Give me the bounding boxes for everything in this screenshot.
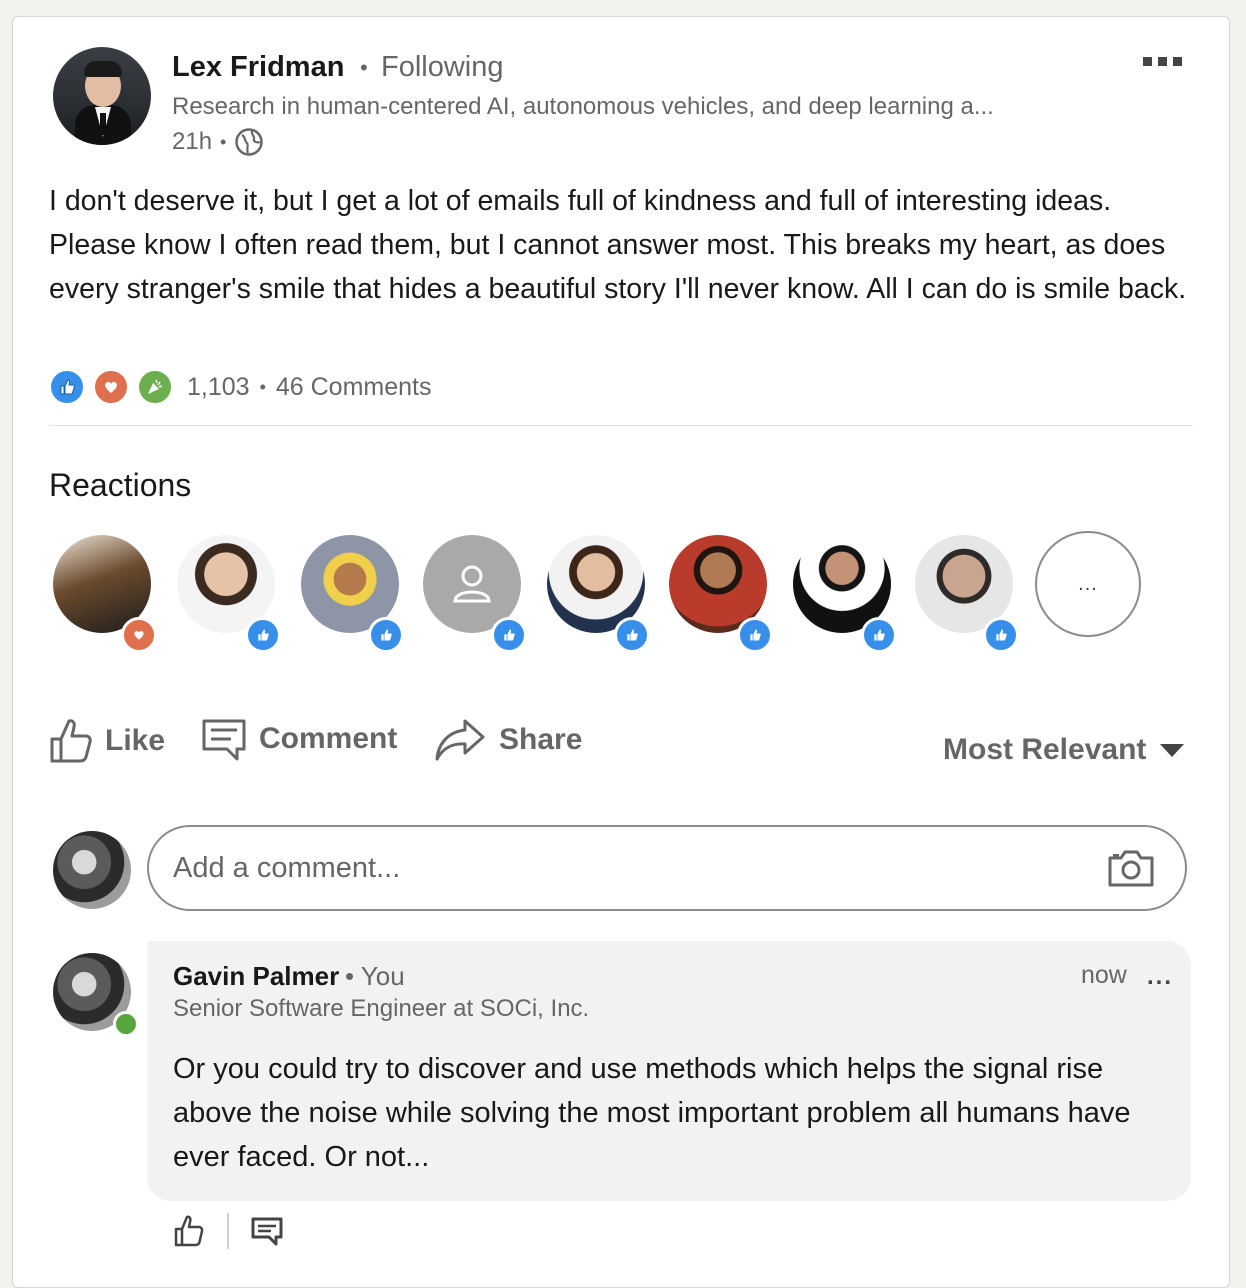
camera-icon[interactable]	[1107, 848, 1155, 888]
comment-text: Or you could try to discover and use met…	[173, 1053, 1131, 1173]
author-name[interactable]: Lex Fridman	[172, 51, 344, 84]
reply-icon[interactable]	[251, 1216, 283, 1246]
commenter-name[interactable]: Gavin Palmer	[173, 961, 339, 992]
like-reaction-icon	[245, 617, 281, 653]
share-label: Share	[499, 723, 583, 756]
caret-down-icon	[1160, 743, 1185, 757]
commenter-headline: Senior Software Engineer at SOCi, Inc.	[173, 995, 590, 1022]
more-reactions-button[interactable]: ...	[1035, 531, 1141, 637]
like-reaction-icon	[614, 617, 650, 653]
action-divider	[227, 1213, 229, 1249]
post-text: I don't deserve it, but I get a lot of e…	[49, 185, 1187, 305]
follow-status: Following	[381, 51, 504, 83]
sort-label: Most Relevant	[943, 733, 1147, 766]
comment-button[interactable]: Comment	[201, 717, 397, 761]
author-headline: Research in human-centered AI, autonomou…	[172, 93, 994, 120]
post-card: Lex Fridman • Following Research in huma…	[12, 16, 1230, 1288]
commenter-relation: • You	[345, 961, 405, 991]
like-reaction-icon	[983, 617, 1019, 653]
post-more-icon[interactable]	[1143, 57, 1182, 66]
love-reaction-icon	[93, 369, 129, 405]
social-counts[interactable]: 1,103 • 46 Comments	[49, 369, 432, 405]
like-reaction-icon	[368, 617, 404, 653]
reactions-heading: Reactions	[49, 467, 192, 503]
comment-label: Comment	[259, 722, 398, 755]
share-icon	[435, 719, 485, 761]
comment-like-icon[interactable]	[173, 1214, 205, 1248]
post-meta: 21h •	[172, 127, 264, 157]
person-icon	[453, 565, 491, 603]
comment-actions	[173, 1213, 283, 1249]
comment-time: now	[1081, 961, 1127, 989]
like-reaction-icon	[737, 617, 773, 653]
online-status-indicator	[113, 1011, 139, 1037]
love-reaction-icon	[121, 617, 157, 653]
meta-dot: •	[220, 131, 227, 152]
separator-dot: •	[360, 55, 368, 80]
comment-icon	[202, 719, 246, 761]
divider	[49, 425, 1193, 426]
post-timestamp: 21h	[172, 128, 213, 155]
comment-input-box[interactable]	[147, 825, 1187, 911]
current-user-avatar[interactable]	[53, 831, 131, 909]
reaction-count[interactable]: 1,103	[187, 373, 250, 402]
globe-icon	[235, 128, 264, 156]
celebrate-reaction-icon	[137, 369, 173, 405]
comments-count[interactable]: 46 Comments	[276, 373, 432, 402]
author-avatar[interactable]	[53, 47, 151, 145]
like-reaction-icon	[491, 617, 527, 653]
like-reaction-icon	[49, 369, 85, 405]
comment-input[interactable]	[171, 850, 1035, 886]
like-reaction-icon	[861, 617, 897, 653]
sort-dropdown[interactable]: Most Relevant	[943, 733, 1185, 767]
count-separator: •	[259, 376, 266, 397]
like-icon	[50, 719, 92, 763]
like-button[interactable]: Like	[49, 717, 165, 765]
share-button[interactable]: Share	[433, 717, 582, 763]
comment-more-icon[interactable]: ...	[1147, 963, 1173, 991]
like-label: Like	[105, 724, 166, 757]
comment-bubble: Gavin Palmer • You Senior Software Engin…	[147, 941, 1191, 1201]
